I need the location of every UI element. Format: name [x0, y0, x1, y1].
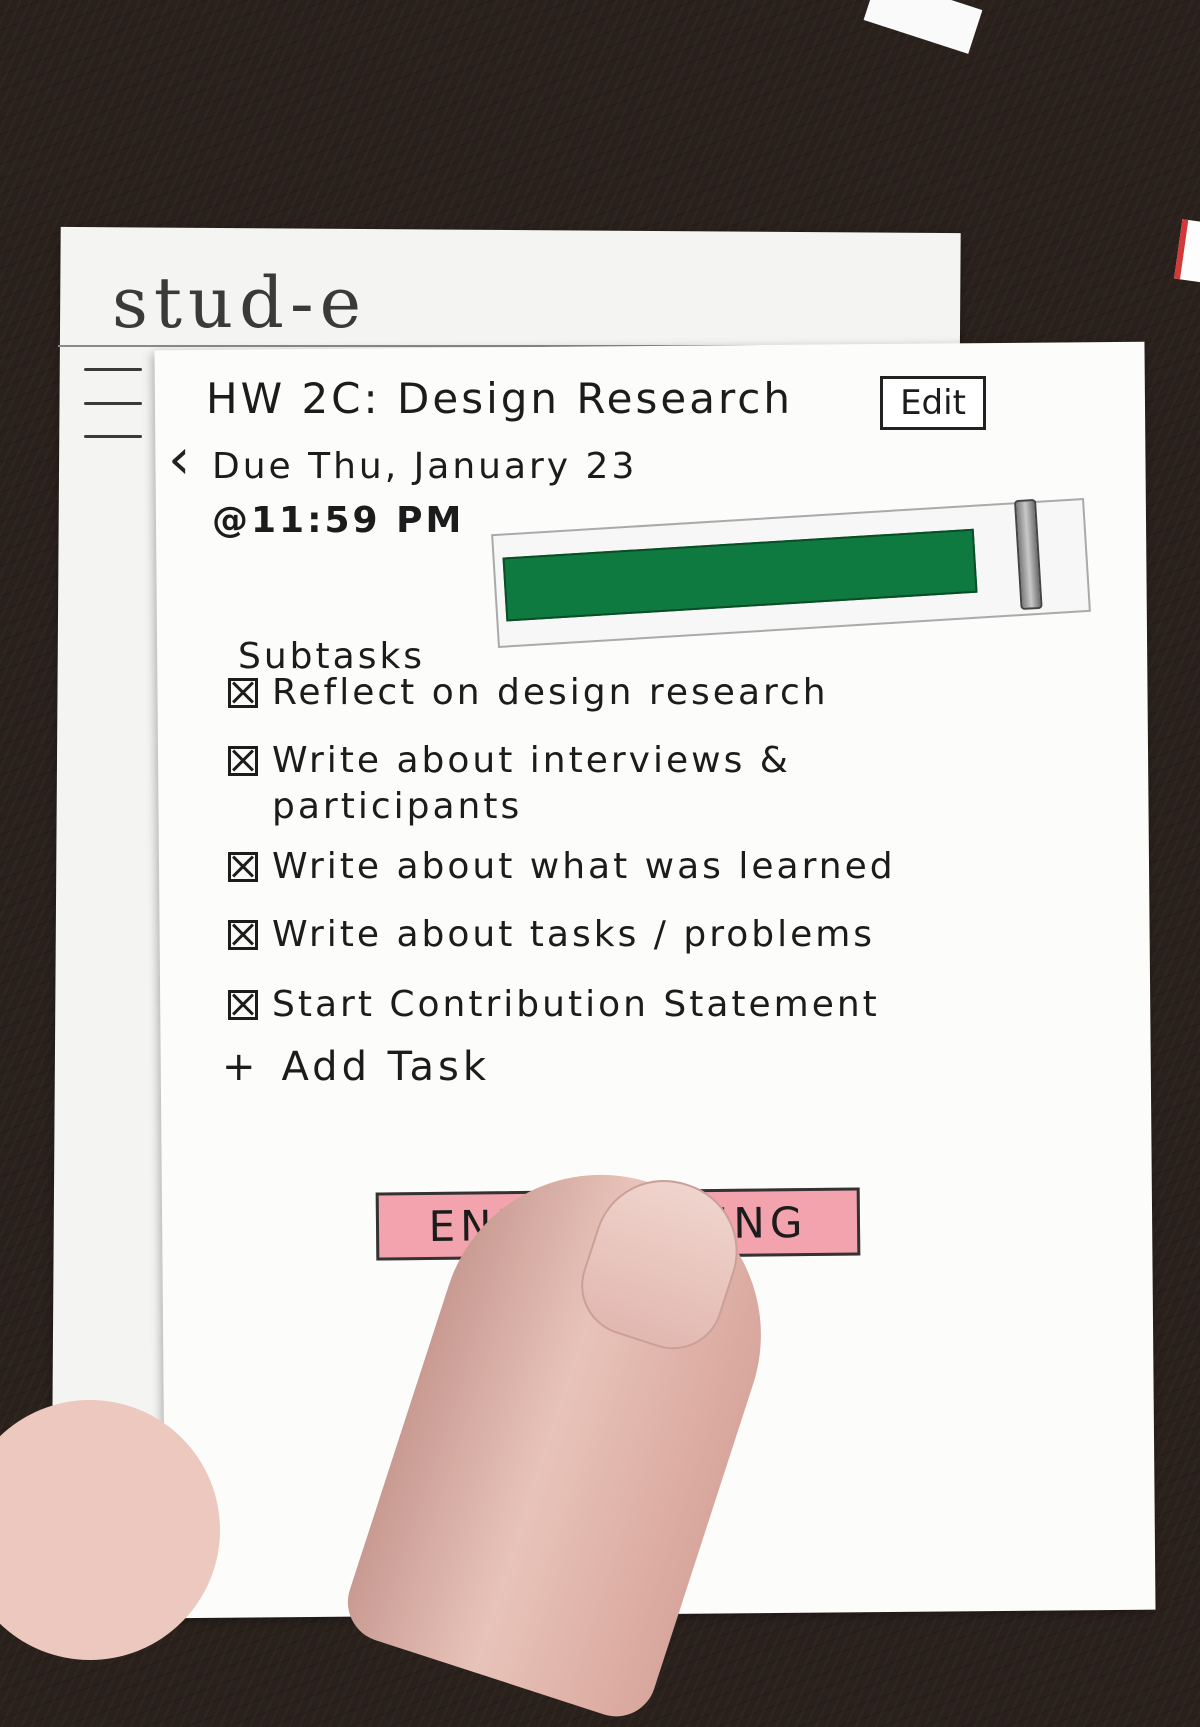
due-date: Due Thu, January 23: [212, 446, 638, 487]
subtask-item[interactable]: Write about tasks / problems: [228, 912, 875, 958]
app-title: stud-e: [112, 262, 368, 344]
subtask-item[interactable]: Write about interviews & participants: [228, 738, 832, 830]
edit-button[interactable]: Edit: [880, 376, 986, 430]
checkbox-checked-icon[interactable]: [228, 678, 258, 708]
subtask-label: Start Contribution Statement: [272, 984, 880, 1025]
subtask-item[interactable]: Start Contribution Statement: [228, 982, 880, 1028]
add-task-label: Add Task: [281, 1044, 490, 1090]
subtask-item[interactable]: Write about what was learned: [228, 844, 896, 890]
paper-scrap: [863, 0, 983, 54]
due-time: @11:59 PM: [212, 500, 465, 541]
progress-fill: [502, 528, 978, 622]
assignment-title: HW 2C: Design Research: [206, 374, 794, 423]
plus-icon: +: [222, 1044, 260, 1090]
add-task-button[interactable]: + Add Task: [222, 1044, 490, 1090]
subtask-label: Write about what was learned: [272, 846, 896, 887]
progress-handle[interactable]: [1013, 498, 1043, 611]
subtask-label: Write about interviews & participants: [272, 740, 791, 827]
checkbox-checked-icon[interactable]: [228, 920, 258, 950]
subtask-label: Reflect on design research: [272, 672, 829, 713]
chevron-left-icon[interactable]: ‹: [168, 432, 190, 488]
hamburger-icon[interactable]: [84, 368, 142, 438]
subtask-label: Write about tasks / problems: [272, 914, 876, 955]
checkbox-checked-icon[interactable]: [228, 852, 258, 882]
paper-scrap: [1174, 219, 1200, 285]
subtask-item[interactable]: Reflect on design research: [228, 670, 829, 716]
checkbox-checked-icon[interactable]: [228, 990, 258, 1020]
checkbox-checked-icon[interactable]: [228, 746, 258, 776]
